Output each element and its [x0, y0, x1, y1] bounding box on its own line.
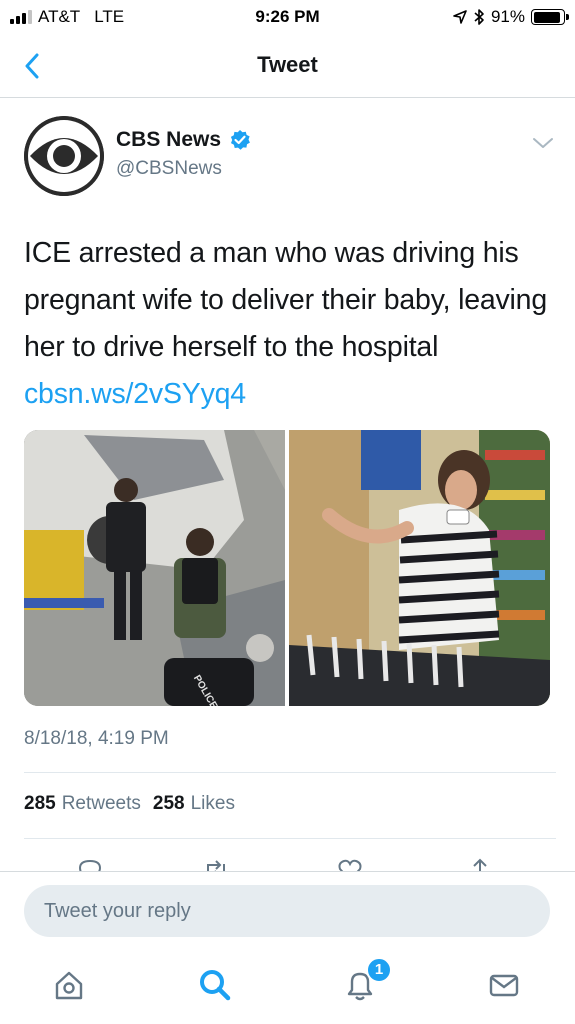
media-image-right[interactable]	[289, 430, 550, 706]
battery-percent: 91%	[490, 7, 525, 26]
author-name[interactable]: CBS News	[116, 128, 251, 152]
nav-bar: Tweet	[0, 34, 575, 98]
battery-icon	[531, 9, 569, 25]
bluetooth-icon	[474, 9, 484, 25]
home-icon	[55, 971, 83, 1000]
reply-area	[0, 871, 575, 947]
cbs-eye-logo	[24, 116, 104, 196]
status-bar: AT&T LTE 9:26 PM 91%	[0, 0, 575, 34]
search-icon	[200, 970, 231, 1001]
page-title: Tweet	[257, 52, 318, 77]
tab-home[interactable]	[51, 967, 87, 1003]
retweets-stat[interactable]: 285 Retweets	[24, 793, 141, 815]
tweet-text: ICE arrested a man who was driving his p…	[24, 230, 554, 418]
location-arrow-icon	[453, 10, 467, 24]
chevron-down-icon[interactable]	[531, 134, 555, 152]
author-name-text: CBS News	[116, 128, 222, 151]
notification-badge: 1	[366, 957, 392, 983]
store-scene-image	[289, 430, 550, 706]
media-image-left[interactable]: POLICE	[24, 430, 285, 706]
tab-bar	[0, 947, 575, 1024]
gas-station-scene-image: POLICE	[24, 430, 285, 706]
tab-search[interactable]	[197, 967, 233, 1003]
divider	[24, 772, 556, 773]
status-right: 91%	[453, 7, 569, 27]
divider	[24, 838, 556, 839]
avatar[interactable]	[24, 116, 104, 196]
retweets-count: 285	[24, 793, 56, 814]
tweet-media[interactable]: POLICE	[24, 430, 550, 706]
tab-messages[interactable]	[486, 967, 522, 1003]
likes-label: Likes	[190, 793, 235, 814]
likes-stat[interactable]: 258 Likes	[153, 793, 235, 815]
verified-badge-icon	[230, 130, 250, 150]
reply-icon[interactable]	[76, 856, 104, 872]
retweets-label: Retweets	[61, 793, 141, 814]
retweet-icon[interactable]	[202, 856, 230, 872]
tweet-link[interactable]: cbsn.ws/2vSYyq4	[24, 378, 246, 410]
reply-input[interactable]	[24, 885, 550, 937]
share-icon[interactable]	[466, 856, 494, 872]
like-icon[interactable]	[336, 856, 364, 872]
likes-count: 258	[152, 793, 185, 814]
tweet-body: ICE arrested a man who was driving his p…	[24, 237, 547, 363]
tweet-timestamp: 8/18/18, 4:19 PM	[24, 728, 169, 749]
messages-icon	[489, 974, 519, 997]
tweet-actions	[0, 852, 575, 872]
author-handle[interactable]: @CBSNews	[116, 158, 222, 180]
tweet-stats: 285 Retweets 258 Likes	[24, 793, 235, 815]
